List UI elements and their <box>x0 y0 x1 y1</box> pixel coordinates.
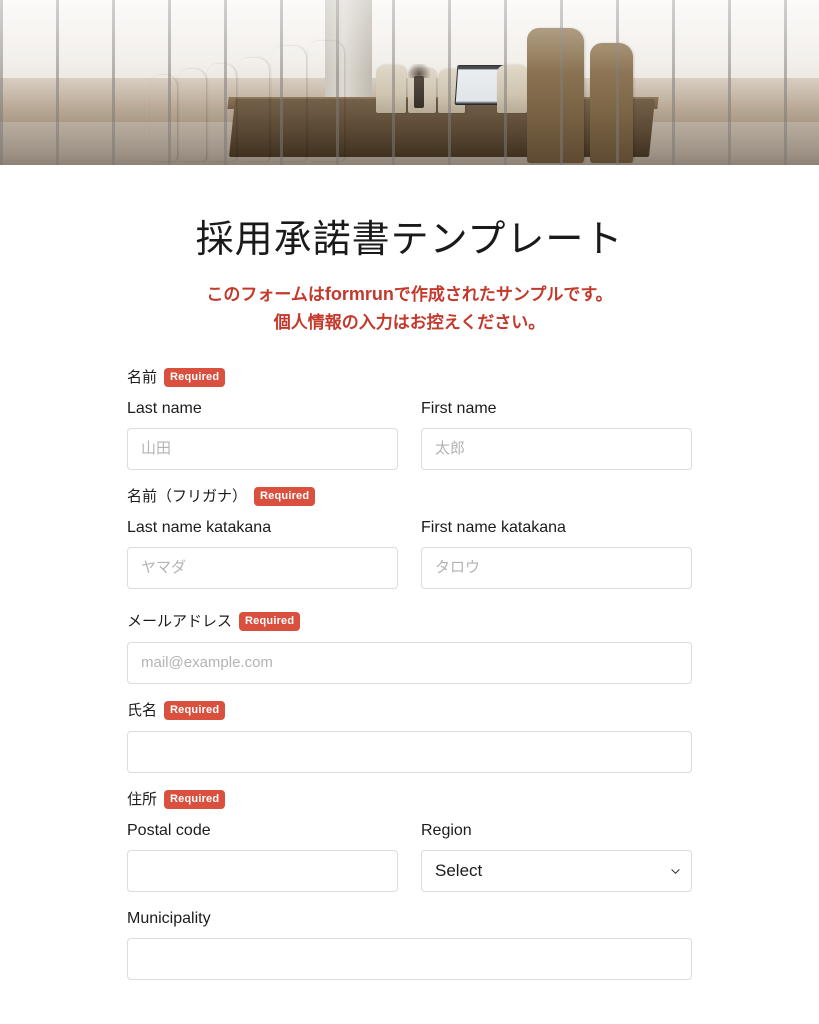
municipality-label: Municipality <box>127 909 211 927</box>
last-name-katakana-input[interactable] <box>127 546 398 589</box>
form-subtitle-line-1: このフォームはformrunで作成されたサンプルです。 <box>0 280 819 309</box>
last-name-column: Last name <box>127 398 398 470</box>
field-label-name: 名前 Required <box>127 367 692 389</box>
form-subtitle-line-2: 個人情報の入力はお控えください。 <box>273 313 546 333</box>
form-content: 採用承諾書テンプレート このフォームはformrunで作成されたサンプルです。 … <box>0 208 819 980</box>
field-label-address: 住所 Required <box>127 789 692 811</box>
region-label: Region <box>421 821 472 839</box>
last-name-katakana-label: Last name katakana <box>127 518 272 536</box>
field-group-name-katakana: 名前（フリガナ） Required Last name katakana Fir… <box>127 486 692 589</box>
field-label-fullname: 氏名 Required <box>127 700 692 722</box>
last-name-label: Last name <box>127 399 202 417</box>
field-label-text: メールアドレス <box>127 612 233 630</box>
formrun-brand-label: formrun <box>324 284 394 304</box>
postal-code-column: Postal code <box>127 820 398 892</box>
field-group-email: メールアドレス Required <box>127 611 692 684</box>
region-select-wrapper[interactable]: Select <box>421 849 692 892</box>
first-name-katakana-label: First name katakana <box>421 518 566 536</box>
first-name-katakana-column: First name katakana <box>421 517 692 589</box>
required-badge: Required <box>164 790 226 810</box>
municipality-input[interactable] <box>127 937 692 980</box>
form-subtitle: このフォームはformrunで作成されたサンプルです。 個人情報の入力はお控えく… <box>0 280 819 337</box>
field-label-text: 氏名 <box>127 701 158 719</box>
first-name-column: First name <box>421 398 692 470</box>
region-column: Region Select <box>421 820 692 892</box>
required-badge: Required <box>254 487 316 507</box>
field-label-email: メールアドレス Required <box>127 611 692 633</box>
name-katakana-row: Last name katakana First name katakana <box>127 517 692 589</box>
municipality-block: Municipality <box>127 908 692 980</box>
first-name-input[interactable] <box>421 427 692 470</box>
last-name-input[interactable] <box>127 427 398 470</box>
required-badge: Required <box>239 612 301 632</box>
name-row: Last name First name <box>127 398 692 470</box>
field-group-name: 名前 Required Last name First name <box>127 367 692 470</box>
form-fields-container: 名前 Required Last name First name <box>127 337 692 980</box>
field-group-address: 住所 Required Postal code Region Select Mu… <box>127 789 692 980</box>
last-name-katakana-column: Last name katakana <box>127 517 398 589</box>
hero-banner-image <box>0 0 819 165</box>
form-subtitle-prefix: このフォームは <box>206 285 325 304</box>
first-name-katakana-input[interactable] <box>421 546 692 589</box>
required-badge: Required <box>164 701 226 721</box>
required-badge: Required <box>164 368 226 388</box>
field-label-name-katakana: 名前（フリガナ） Required <box>127 486 692 508</box>
hero-window-frames <box>0 0 819 165</box>
page-title: 採用承諾書テンプレート <box>195 219 624 261</box>
postal-code-input[interactable] <box>127 849 398 892</box>
fullname-input[interactable] <box>127 730 692 773</box>
field-label-text: 名前（フリガナ） <box>127 487 248 505</box>
form-subtitle-suffix: で作成されたサンプルです。 <box>393 285 613 304</box>
field-label-text: 住所 <box>127 790 158 808</box>
email-input[interactable] <box>127 641 692 684</box>
postal-code-label: Postal code <box>127 821 211 839</box>
region-select[interactable]: Select <box>421 849 692 892</box>
field-label-text: 名前 <box>127 368 158 386</box>
field-group-fullname: 氏名 Required <box>127 700 692 773</box>
form-page: 採用承諾書テンプレート このフォームはformrunで作成されたサンプルです。 … <box>0 0 819 1024</box>
address-row: Postal code Region Select <box>127 820 692 892</box>
first-name-label: First name <box>421 399 497 417</box>
